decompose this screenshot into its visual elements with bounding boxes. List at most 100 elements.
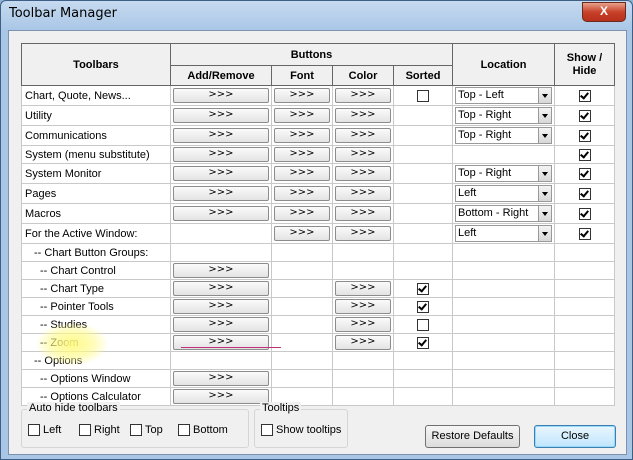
- show-hide-cell: [554, 243, 615, 262]
- add-remove-button[interactable]: >>>: [173, 186, 269, 201]
- color-button[interactable]: >>>: [335, 226, 391, 241]
- add-remove-button[interactable]: >>>: [173, 128, 269, 143]
- sorted-cell: [393, 369, 453, 388]
- chevron-down-icon[interactable]: [538, 206, 551, 221]
- add-remove-button[interactable]: >>>: [173, 281, 269, 296]
- autohide-top-checkbox[interactable]: Top: [130, 424, 163, 437]
- toolbars-table: Toolbars Buttons Location Show / Hide Ad…: [21, 43, 615, 406]
- add-remove-cell: >>>: [170, 369, 272, 388]
- add-remove-button[interactable]: >>>: [173, 263, 269, 278]
- table-row: -- Chart Button Groups:: [21, 243, 615, 262]
- autohide-left-checkbox[interactable]: Left: [28, 424, 62, 437]
- location-dropdown[interactable]: Left: [455, 185, 552, 202]
- color-button[interactable]: >>>: [335, 166, 391, 181]
- location-dropdown[interactable]: Top - Right: [455, 107, 552, 124]
- add-remove-button[interactable]: >>>: [173, 88, 269, 103]
- color-button[interactable]: >>>: [335, 147, 391, 162]
- restore-defaults-button[interactable]: Restore Defaults: [425, 425, 520, 448]
- show-hide-checkbox[interactable]: [578, 109, 591, 122]
- font-button[interactable]: >>>: [274, 206, 330, 221]
- sorted-checkbox[interactable]: [417, 336, 429, 349]
- show-hide-checkbox[interactable]: [578, 227, 591, 240]
- font-cell: [271, 297, 333, 316]
- show-hide-checkbox[interactable]: [578, 148, 591, 161]
- color-button[interactable]: >>>: [335, 335, 391, 350]
- dialog-client-area: Toolbars Buttons Location Show / Hide Ad…: [8, 30, 627, 455]
- color-button[interactable]: >>>: [335, 206, 391, 221]
- autohide-bottom-checkbox[interactable]: Bottom: [178, 424, 228, 437]
- chevron-down-icon[interactable]: [538, 166, 551, 181]
- sorted-checkbox[interactable]: [417, 318, 429, 331]
- add-remove-button[interactable]: >>>: [173, 389, 269, 404]
- add-remove-cell: [170, 243, 272, 262]
- add-remove-button[interactable]: >>>: [173, 108, 269, 123]
- font-button[interactable]: >>>: [274, 166, 330, 181]
- sorted-checkbox[interactable]: [417, 282, 429, 295]
- show-hide-cell: [554, 145, 615, 164]
- table-row: -- Chart Type >>> >>>: [21, 279, 615, 298]
- chevron-down-icon[interactable]: [538, 108, 551, 123]
- location-cell: [452, 315, 555, 334]
- close-button[interactable]: Close: [534, 425, 616, 448]
- show-tooltips-checkbox[interactable]: Show tooltips: [261, 424, 341, 437]
- show-hide-checkbox[interactable]: [578, 207, 591, 220]
- checkbox-box[interactable]: [79, 424, 91, 437]
- color-button[interactable]: >>>: [335, 299, 391, 314]
- color-cell: [332, 261, 394, 280]
- add-remove-button[interactable]: >>>: [173, 166, 269, 181]
- chevron-down-icon[interactable]: [538, 88, 551, 103]
- chevron-down-icon[interactable]: [538, 128, 551, 143]
- font-button[interactable]: >>>: [274, 88, 330, 103]
- toolbar-name: System Monitor: [21, 163, 171, 184]
- chevron-down-icon[interactable]: [538, 186, 551, 201]
- show-hide-checkbox[interactable]: [578, 89, 591, 102]
- show-hide-checkbox[interactable]: [578, 167, 591, 180]
- font-button[interactable]: >>>: [274, 186, 330, 201]
- show-hide-checkbox[interactable]: [578, 129, 591, 142]
- color-button[interactable]: >>>: [335, 186, 391, 201]
- color-button[interactable]: >>>: [335, 88, 391, 103]
- toolbar-name: Chart, Quote, News...: [21, 85, 171, 106]
- checkbox-box[interactable]: [130, 424, 142, 437]
- sorted-checkbox[interactable]: [417, 89, 429, 102]
- font-cell: [271, 279, 333, 298]
- header-sorted: Sorted: [393, 65, 453, 86]
- location-dropdown[interactable]: Top - Right: [455, 127, 552, 144]
- title-bar: Toolbar Manager X: [1, 1, 632, 27]
- color-button[interactable]: >>>: [335, 128, 391, 143]
- font-button[interactable]: >>>: [274, 147, 330, 162]
- color-button[interactable]: >>>: [335, 317, 391, 332]
- chevron-down-icon[interactable]: [538, 226, 551, 241]
- sorted-cell: [393, 279, 453, 298]
- add-remove-button[interactable]: >>>: [173, 317, 269, 332]
- location-cell: Left: [452, 223, 555, 244]
- add-remove-button[interactable]: >>>: [173, 371, 269, 386]
- color-button[interactable]: >>>: [335, 281, 391, 296]
- font-button[interactable]: >>>: [274, 128, 330, 143]
- auto-hide-group: Auto hide toolbars Left Right Top Bottom: [21, 402, 249, 448]
- sorted-cell: [393, 315, 453, 334]
- autohide-left-label: Left: [43, 424, 62, 436]
- location-dropdown[interactable]: Top - Right: [455, 165, 552, 182]
- add-remove-button[interactable]: >>>: [173, 147, 269, 162]
- checkbox-box[interactable]: [261, 424, 273, 437]
- add-remove-button[interactable]: >>>: [173, 299, 269, 314]
- checkbox-box[interactable]: [28, 424, 40, 437]
- add-remove-button[interactable]: >>>: [173, 206, 269, 221]
- sorted-checkbox[interactable]: [417, 300, 429, 313]
- location-dropdown[interactable]: Top - Left: [455, 87, 552, 104]
- window-close-button[interactable]: X: [582, 2, 626, 22]
- autohide-right-checkbox[interactable]: Right: [79, 424, 120, 437]
- show-hide-checkbox[interactable]: [578, 187, 591, 200]
- location-cell: [452, 145, 555, 164]
- checkbox-box[interactable]: [178, 424, 190, 437]
- font-button[interactable]: >>>: [274, 108, 330, 123]
- color-button[interactable]: >>>: [335, 108, 391, 123]
- add-remove-cell: >>>: [170, 297, 272, 316]
- location-dropdown[interactable]: Left: [455, 225, 552, 242]
- font-button[interactable]: >>>: [274, 226, 330, 241]
- table-row: Communications >>> >>> >>> Top - Right: [21, 125, 615, 146]
- location-dropdown[interactable]: Bottom - Right: [455, 205, 552, 222]
- location-value: Top - Right: [458, 167, 512, 179]
- show-hide-cell: [554, 261, 615, 280]
